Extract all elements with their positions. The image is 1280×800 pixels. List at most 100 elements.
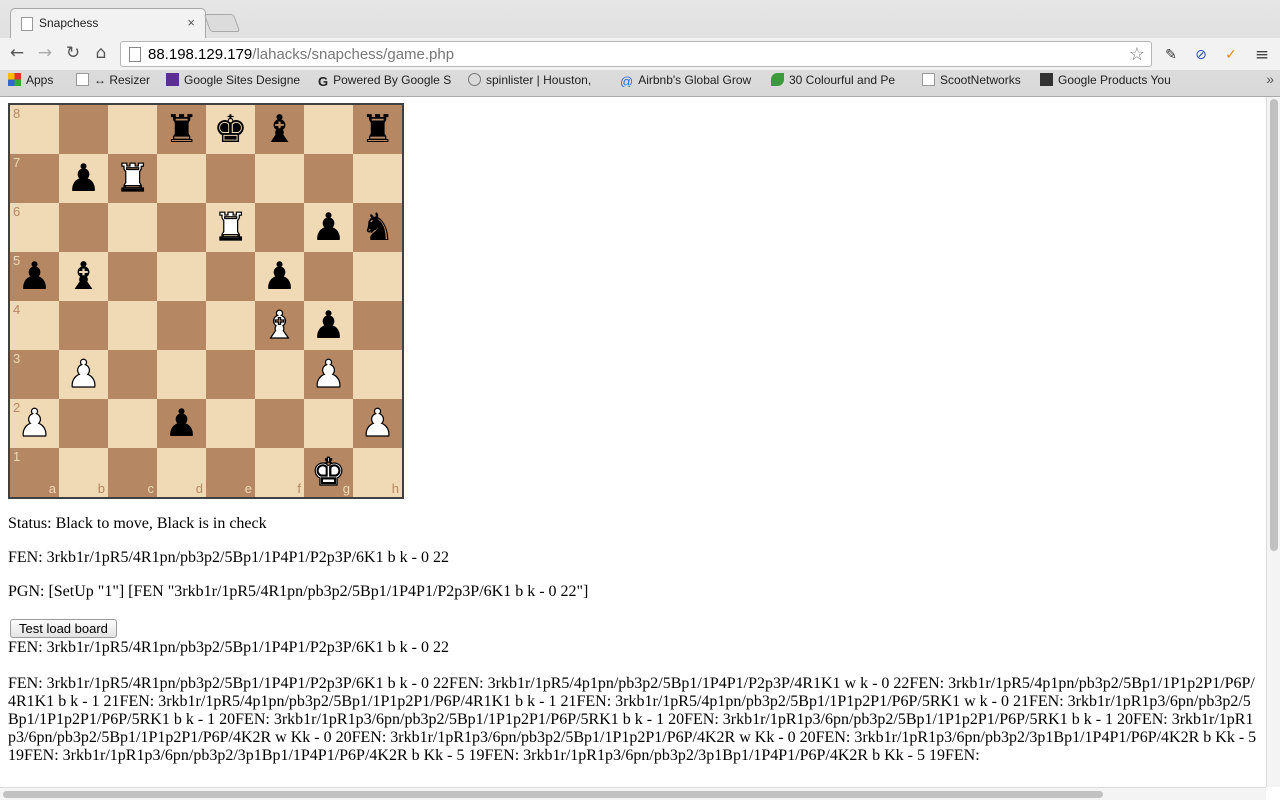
- square-e2[interactable]: [206, 399, 255, 448]
- bookmark-google-products[interactable]: Google Products You: [1040, 73, 1175, 87]
- square-b1[interactable]: b: [59, 448, 108, 497]
- black-pawn-icon[interactable]: ♟: [304, 203, 353, 252]
- tab-close-icon[interactable]: ×: [187, 15, 195, 30]
- square-e6[interactable]: ♜: [206, 203, 255, 252]
- black-knight-icon[interactable]: ♞: [353, 203, 402, 252]
- square-b8[interactable]: [59, 105, 108, 154]
- square-f3[interactable]: [255, 350, 304, 399]
- square-b7[interactable]: ♟: [59, 154, 108, 203]
- black-pawn-icon[interactable]: ♟: [59, 154, 108, 203]
- square-d2[interactable]: ♟: [157, 399, 206, 448]
- square-h3[interactable]: [353, 350, 402, 399]
- square-h5[interactable]: [353, 252, 402, 301]
- square-a5[interactable]: 5 ♟: [10, 252, 59, 301]
- vertical-scrollbar[interactable]: [1266, 97, 1280, 787]
- black-pawn-icon[interactable]: ♟: [255, 252, 304, 301]
- black-bishop-icon[interactable]: ♝: [59, 252, 108, 301]
- square-e1[interactable]: e: [206, 448, 255, 497]
- eyedropper-icon[interactable]: ✎: [1162, 46, 1180, 64]
- horizontal-scrollbar-thumb[interactable]: [3, 791, 1103, 798]
- square-g2[interactable]: [304, 399, 353, 448]
- bookmark-spinlister[interactable]: spinlister | Houston,: [468, 73, 606, 87]
- square-g5[interactable]: [304, 252, 353, 301]
- square-f4[interactable]: ♝: [255, 301, 304, 350]
- square-a4[interactable]: 4: [10, 301, 59, 350]
- square-d3[interactable]: [157, 350, 206, 399]
- square-c2[interactable]: [108, 399, 157, 448]
- bookmarks-overflow-icon[interactable]: »: [1266, 71, 1274, 87]
- square-a6[interactable]: 6: [10, 203, 59, 252]
- horizontal-scrollbar[interactable]: [0, 787, 1266, 800]
- square-a1[interactable]: 1a: [10, 448, 59, 497]
- square-h8[interactable]: ♜: [353, 105, 402, 154]
- square-b5[interactable]: ♝: [59, 252, 108, 301]
- square-g7[interactable]: [304, 154, 353, 203]
- square-d7[interactable]: [157, 154, 206, 203]
- square-c8[interactable]: [108, 105, 157, 154]
- address-bar[interactable]: 88.198.129.179/lahacks/snapchess/game.ph…: [120, 41, 1152, 67]
- square-c1[interactable]: c: [108, 448, 157, 497]
- square-a3[interactable]: 3: [10, 350, 59, 399]
- square-h6[interactable]: ♞: [353, 203, 402, 252]
- white-pawn-icon[interactable]: ♟: [353, 399, 402, 448]
- square-f8[interactable]: ♝: [255, 105, 304, 154]
- vertical-scrollbar-thumb[interactable]: [1270, 99, 1278, 551]
- square-a2[interactable]: 2 ♟: [10, 399, 59, 448]
- square-e8[interactable]: ♚: [206, 105, 255, 154]
- square-h1[interactable]: h: [353, 448, 402, 497]
- forward-arrow-icon[interactable]: →: [34, 42, 56, 64]
- black-bishop-icon[interactable]: ♝: [255, 105, 304, 154]
- white-king-icon[interactable]: ♚: [304, 448, 353, 497]
- bookmark-google-sites[interactable]: Google Sites Designe: [166, 73, 303, 87]
- black-pawn-icon[interactable]: ♟: [157, 399, 206, 448]
- square-c3[interactable]: [108, 350, 157, 399]
- extension-icon[interactable]: ✓: [1222, 46, 1240, 64]
- square-g8[interactable]: [304, 105, 353, 154]
- bookmark-scootnetworks[interactable]: ScootNetworks: [922, 73, 1027, 87]
- back-arrow-icon[interactable]: ←: [6, 42, 28, 64]
- square-d8[interactable]: ♜: [157, 105, 206, 154]
- chess-board[interactable]: 8 ♜ ♚ ♝ ♜ 7 ♟ ♜ 6 ♜ ♟ ♞ 5 ♟ ♝ ♟ 4 ♝ ♟ 3 ♟ ♟ 2 ♟ ♟ ♟ 1 a b c d e f g ♚ h: [8, 103, 404, 499]
- white-bishop-icon[interactable]: ♝: [255, 301, 304, 350]
- bookmark-resizer[interactable]: ↔ Resizer: [76, 73, 156, 87]
- square-h2[interactable]: ♟: [353, 399, 402, 448]
- square-e5[interactable]: [206, 252, 255, 301]
- square-c7[interactable]: ♜: [108, 154, 157, 203]
- square-d1[interactable]: d: [157, 448, 206, 497]
- black-pawn-icon[interactable]: ♟: [304, 301, 353, 350]
- block-icon[interactable]: ⊘: [1192, 46, 1210, 64]
- tab-snapchess[interactable]: Snapchess ×: [10, 8, 206, 38]
- square-b4[interactable]: [59, 301, 108, 350]
- test-load-board-button[interactable]: Test load board: [10, 619, 117, 638]
- square-e3[interactable]: [206, 350, 255, 399]
- square-f5[interactable]: ♟: [255, 252, 304, 301]
- square-g3[interactable]: ♟: [304, 350, 353, 399]
- black-king-icon[interactable]: ♚: [206, 105, 255, 154]
- square-d4[interactable]: [157, 301, 206, 350]
- square-b6[interactable]: [59, 203, 108, 252]
- bookmark-30-colourful[interactable]: 30 Colourful and Pe: [771, 73, 906, 87]
- square-a8[interactable]: 8: [10, 105, 59, 154]
- square-a7[interactable]: 7: [10, 154, 59, 203]
- square-g1[interactable]: g ♚: [304, 448, 353, 497]
- hamburger-menu-icon[interactable]: ≡: [1253, 46, 1271, 64]
- square-c5[interactable]: [108, 252, 157, 301]
- white-rook-icon[interactable]: ♜: [108, 154, 157, 203]
- bookmark-airbnb[interactable]: @ Airbnb's Global Grow: [620, 73, 755, 87]
- white-rook-icon[interactable]: ♜: [206, 203, 255, 252]
- square-c4[interactable]: [108, 301, 157, 350]
- bookmark-star-icon[interactable]: ☆: [1129, 44, 1145, 65]
- square-b2[interactable]: [59, 399, 108, 448]
- square-g4[interactable]: ♟: [304, 301, 353, 350]
- bookmark-apps[interactable]: Apps: [8, 73, 68, 87]
- square-c6[interactable]: [108, 203, 157, 252]
- square-f7[interactable]: [255, 154, 304, 203]
- new-tab-button[interactable]: [203, 14, 241, 32]
- square-h7[interactable]: [353, 154, 402, 203]
- black-rook-icon[interactable]: ♜: [353, 105, 402, 154]
- square-f1[interactable]: f: [255, 448, 304, 497]
- bookmark-powered-by-google[interactable]: G Powered By Google S: [318, 73, 453, 87]
- square-d5[interactable]: [157, 252, 206, 301]
- black-rook-icon[interactable]: ♜: [157, 105, 206, 154]
- black-pawn-icon[interactable]: ♟: [10, 252, 59, 301]
